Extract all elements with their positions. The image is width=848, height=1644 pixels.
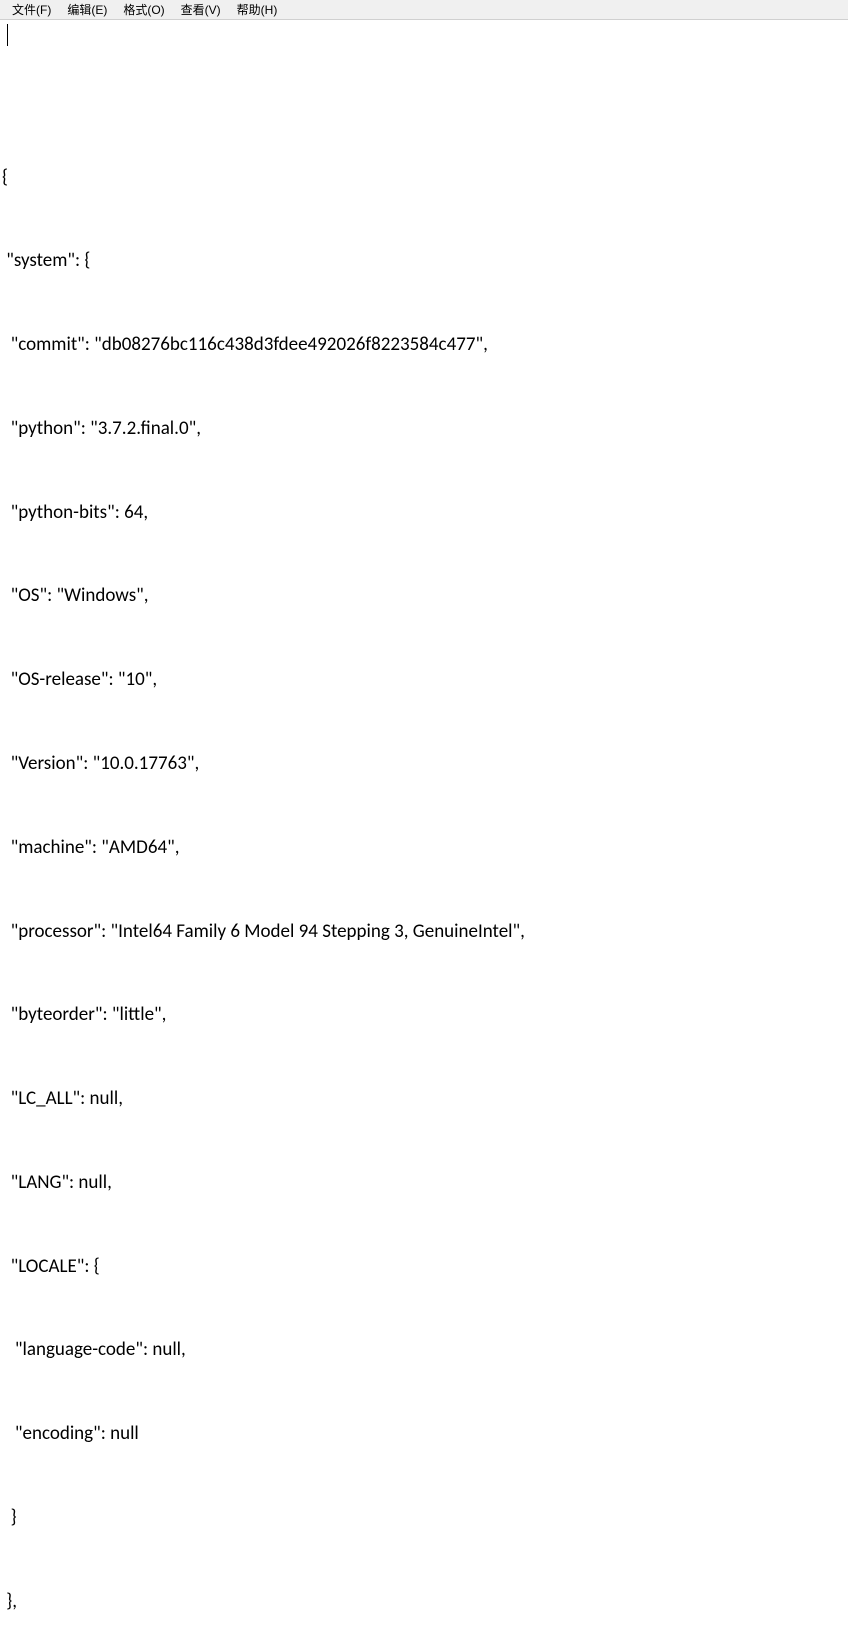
menubar: 文件(F) 编辑(E) 格式(O) 查看(V) 帮助(H) xyxy=(0,0,848,20)
text-line: "Version": "10.0.17763", xyxy=(2,750,846,778)
text-line: "encoding": null xyxy=(2,1420,846,1448)
menu-file[interactable]: 文件(F) xyxy=(4,0,59,19)
menu-help[interactable]: 帮助(H) xyxy=(229,0,286,19)
text-line: } xyxy=(2,1504,846,1532)
menu-view[interactable]: 查看(V) xyxy=(173,0,229,19)
text-line: "machine": "AMD64", xyxy=(2,834,846,862)
text-line: "OS": "Windows", xyxy=(2,582,846,610)
text-line: "language-code": null, xyxy=(2,1336,846,1364)
text-line: "python-bits": 64, xyxy=(2,499,846,527)
menu-edit[interactable]: 编辑(E) xyxy=(59,0,115,19)
editor-content: { "system": { "commit": "db08276bc116c43… xyxy=(2,108,846,1644)
text-line: "processor": "Intel64 Family 6 Model 94 … xyxy=(2,918,846,946)
text-line: "byteorder": "little", xyxy=(2,1001,846,1029)
text-cursor xyxy=(7,24,8,46)
text-editor-area[interactable]: { "system": { "commit": "db08276bc116c43… xyxy=(0,20,848,1644)
text-line: "LOCALE": { xyxy=(2,1253,846,1281)
text-line: "LC_ALL": null, xyxy=(2,1085,846,1113)
text-line: "system": { xyxy=(2,247,846,275)
text-line: "commit": "db08276bc116c438d3fdee492026f… xyxy=(2,331,846,359)
text-line: }, xyxy=(2,1588,846,1616)
text-line: "python": "3.7.2.final.0", xyxy=(2,415,846,443)
text-line: "OS-release": "10", xyxy=(2,666,846,694)
text-line: "LANG": null, xyxy=(2,1169,846,1197)
menu-format[interactable]: 格式(O) xyxy=(115,0,172,19)
text-line: { xyxy=(2,164,846,192)
